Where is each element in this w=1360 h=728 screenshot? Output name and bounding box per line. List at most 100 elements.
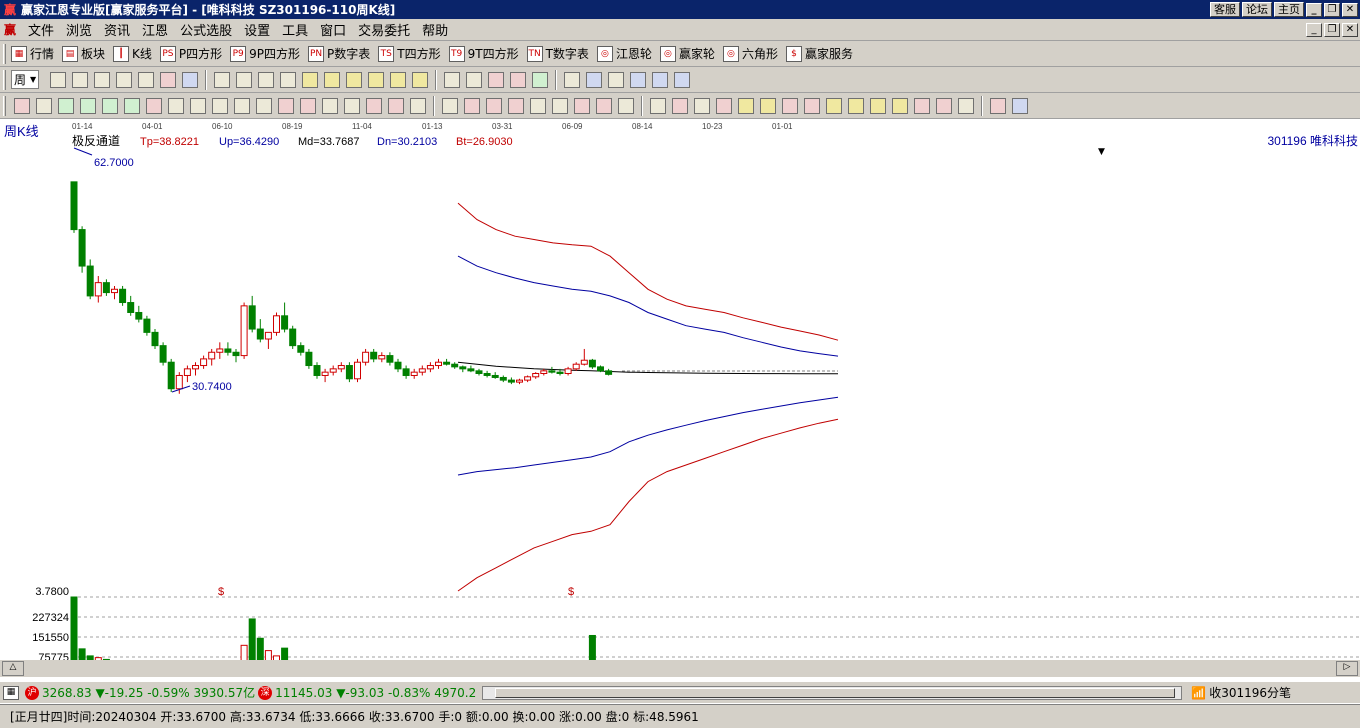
- toolbar-9t-square[interactable]: T9 9T四方形: [448, 45, 519, 62]
- wave-icon[interactable]: [552, 97, 568, 114]
- zoom-diamond-icon[interactable]: [302, 71, 319, 88]
- line-type-icon[interactable]: [138, 71, 155, 88]
- fan-tool-2-icon[interactable]: [80, 97, 96, 114]
- vline-icon[interactable]: [442, 97, 458, 114]
- grid-red-2-icon[interactable]: [596, 97, 612, 114]
- triangle-up-icon[interactable]: △: [2, 661, 24, 676]
- pen-icon[interactable]: [14, 97, 30, 114]
- cycle-tool-icon[interactable]: [344, 97, 360, 114]
- toolbar-p-table[interactable]: PN P数字表: [308, 45, 370, 62]
- fan-gold-icon[interactable]: [848, 97, 864, 114]
- triangle-right-icon[interactable]: ▷: [1336, 661, 1358, 676]
- fan-tool-4-icon[interactable]: [124, 97, 140, 114]
- kline-chart[interactable]: 01-14 04-01 06-10 08-19 11-04 01-13 03-31 06-09…: [0, 119, 1360, 678]
- percent-2-icon[interactable]: [716, 97, 732, 114]
- channel-icon[interactable]: [618, 97, 634, 114]
- angle-2-icon[interactable]: [256, 97, 272, 114]
- minimize-icon[interactable]: _: [1306, 2, 1322, 17]
- gold-icon[interactable]: [738, 97, 754, 114]
- menu-file[interactable]: 文件: [22, 20, 60, 39]
- close-icon[interactable]: ✕: [1342, 2, 1358, 17]
- percent-icon[interactable]: [694, 97, 710, 114]
- grid-box-icon[interactable]: [322, 97, 338, 114]
- chart-panel[interactable]: 01-14 04-01 06-10 08-19 11-04 01-13 03-31 06-09…: [0, 119, 1360, 678]
- notes-icon[interactable]: [608, 71, 625, 88]
- wheel-tool-icon[interactable]: [278, 97, 294, 114]
- restore-icon[interactable]: ❐: [1324, 2, 1340, 17]
- square-tool-icon[interactable]: [486, 97, 502, 114]
- menu-browse[interactable]: 浏览: [60, 20, 98, 39]
- multi-chart-icon[interactable]: [50, 71, 67, 88]
- infinity-icon[interactable]: [1012, 97, 1028, 114]
- menu-info[interactable]: 资讯: [98, 20, 136, 39]
- mark-tool-2-icon[interactable]: [388, 97, 404, 114]
- toolbar-hexagon[interactable]: ◎ 六角形: [722, 45, 778, 62]
- draw-line-icon[interactable]: [488, 71, 505, 88]
- bar-tool-icon[interactable]: [116, 71, 133, 88]
- fan-red-2-icon[interactable]: [936, 97, 952, 114]
- fib-2-icon[interactable]: [804, 97, 820, 114]
- toolbar-winner-service[interactable]: $ 赢家服务: [785, 45, 853, 62]
- gold-3-icon[interactable]: [826, 97, 842, 114]
- dividend-marker-1[interactable]: $: [218, 586, 224, 598]
- angle-tool-icon[interactable]: [146, 97, 162, 114]
- draw-shape-icon[interactable]: [510, 71, 527, 88]
- step-right-icon[interactable]: [280, 71, 297, 88]
- ruler-icon[interactable]: [650, 97, 666, 114]
- toolbar-t-table[interactable]: TN T数字表: [526, 45, 589, 62]
- menu-window[interactable]: 窗口: [314, 20, 352, 39]
- toolbar-winner-wheel[interactable]: ◎ 赢家轮: [659, 45, 715, 62]
- star-tool-icon[interactable]: [300, 97, 316, 114]
- forum-button[interactable]: 论坛: [1242, 2, 1272, 17]
- fib-time-icon[interactable]: [234, 97, 250, 114]
- page-icon[interactable]: [72, 71, 89, 88]
- circle-tool-icon[interactable]: [190, 97, 206, 114]
- bracket-tool-icon[interactable]: [410, 97, 426, 114]
- gold-2-icon[interactable]: [760, 97, 776, 114]
- last-page-icon[interactable]: [236, 71, 253, 88]
- toolbar-sectors[interactable]: ▤ 板块: [62, 45, 105, 62]
- fan-red-icon[interactable]: [914, 97, 930, 114]
- toolbar-gann-wheel[interactable]: ◎ 江恩轮: [596, 45, 652, 62]
- toolbar-quotes[interactable]: ▦ 行情: [11, 45, 54, 62]
- fan-tool-icon[interactable]: [58, 97, 74, 114]
- toolbar-p-square[interactable]: PS P四方形: [159, 45, 222, 62]
- sh-index-badge[interactable]: 沪: [25, 685, 39, 700]
- percent-line-icon[interactable]: [672, 97, 688, 114]
- export-icon[interactable]: [674, 71, 691, 88]
- parallel-icon[interactable]: [530, 97, 546, 114]
- zoom-diamond-4-icon[interactable]: [368, 71, 385, 88]
- indicator-icon[interactable]: [160, 71, 177, 88]
- menu-settings[interactable]: 设置: [238, 20, 276, 39]
- scroll-thumb[interactable]: [495, 687, 1176, 698]
- step-left-icon[interactable]: [258, 71, 275, 88]
- mdi-minimize-icon[interactable]: _: [1306, 22, 1322, 37]
- grid-red-icon[interactable]: [574, 97, 590, 114]
- fib-icon[interactable]: [782, 97, 798, 114]
- menu-formula-select[interactable]: 公式选股: [174, 20, 238, 39]
- mdi-close-icon[interactable]: ✕: [1342, 22, 1358, 37]
- fan-gold-2-icon[interactable]: [870, 97, 886, 114]
- fan-gold-3-icon[interactable]: [892, 97, 908, 114]
- sz-index-badge[interactable]: 深: [258, 685, 273, 700]
- fan-3-icon[interactable]: [958, 97, 974, 114]
- vertical-lines-icon[interactable]: [212, 97, 228, 114]
- menu-gann[interactable]: 江恩: [136, 20, 174, 39]
- hand-icon[interactable]: [444, 71, 461, 88]
- status-scrollbar[interactable]: [482, 685, 1183, 700]
- crosshair-icon[interactable]: [466, 71, 483, 88]
- period-select[interactable]: 周 ▼: [11, 70, 40, 89]
- print-icon[interactable]: [652, 71, 669, 88]
- calendar-icon[interactable]: [564, 71, 581, 88]
- mdi-restore-icon[interactable]: ❐: [1324, 22, 1340, 37]
- active-tool-icon[interactable]: [532, 71, 549, 88]
- toolbar-t-square[interactable]: TS T四方形: [378, 45, 441, 62]
- grid-lines-icon[interactable]: [36, 97, 52, 114]
- zoom-diamond-2-icon[interactable]: [324, 71, 341, 88]
- marker-tool-icon[interactable]: [366, 97, 382, 114]
- taiji-icon[interactable]: [990, 97, 1006, 114]
- toolbar-kline[interactable]: ┃ K线: [113, 45, 152, 62]
- menu-trade[interactable]: 交易委托: [352, 20, 416, 39]
- zoom-diamond-3-icon[interactable]: [346, 71, 363, 88]
- dropdown-arrow-icon[interactable]: ▼: [1098, 147, 1105, 157]
